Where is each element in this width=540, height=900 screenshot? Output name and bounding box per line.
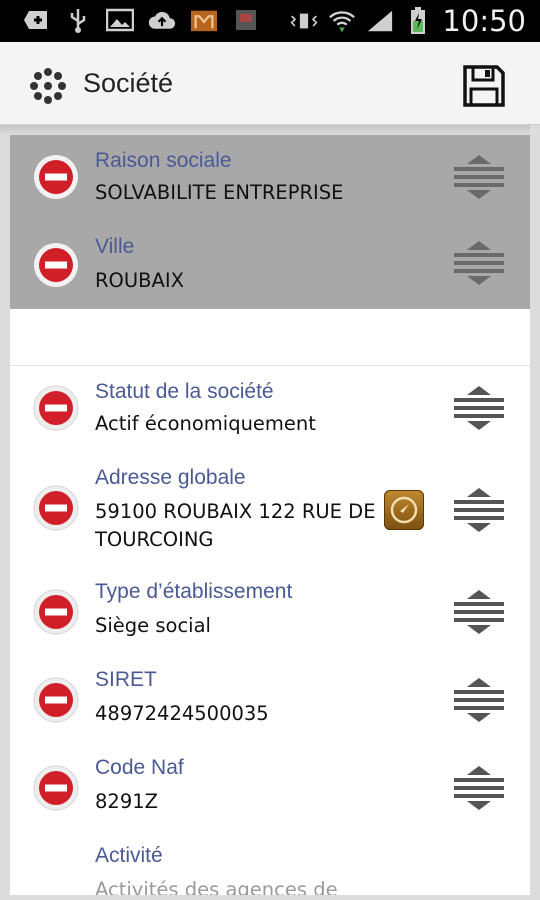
remove-icon[interactable] — [32, 484, 80, 532]
action-bar: Société — [0, 42, 540, 125]
list-edge — [530, 125, 540, 900]
field-label: Activité — [95, 844, 163, 867]
drag-handle-icon[interactable] — [452, 153, 506, 201]
field-label: Adresse globale — [95, 466, 246, 489]
field-row-type-etablissement[interactable]: Type d’établissement Siège social — [10, 568, 530, 657]
cloud-upload-icon — [148, 6, 176, 34]
field-value: SOLVABILITE ENTREPRISE — [95, 181, 344, 204]
field-row-ville[interactable]: Ville ROUBAIX — [10, 221, 530, 310]
field-value: 59100 ROUBAIX 122 RUE DE TOURCOING — [95, 500, 376, 551]
signal-icon — [366, 7, 394, 35]
drop-placeholder — [10, 309, 530, 366]
usb-icon — [64, 6, 92, 34]
remove-icon[interactable] — [32, 588, 80, 636]
page-title: Société — [83, 68, 174, 98]
field-label: Statut de la société — [95, 380, 274, 403]
field-value: ROUBAIX — [95, 269, 184, 292]
remove-icon[interactable] — [32, 241, 80, 289]
floppy-disk-icon[interactable] — [462, 64, 506, 108]
field-label: Raison sociale — [95, 149, 232, 172]
field-row-activite[interactable]: Activité Activités des agences de — [10, 832, 530, 895]
drag-handle-icon[interactable] — [452, 239, 506, 287]
app-logo-icon[interactable] — [28, 66, 68, 106]
field-value: 8291Z — [95, 790, 158, 813]
battery-charging-icon — [404, 7, 432, 35]
drag-handle-icon[interactable] — [452, 486, 506, 534]
field-value: Actif économiquement — [95, 412, 316, 435]
field-row-adresse[interactable]: Adresse globale 59100 ROUBAIX 122 RUE DE… — [10, 454, 530, 569]
field-list: Raison sociale SOLVABILITE ENTREPRISE Vi… — [10, 135, 530, 895]
field-row-siret[interactable]: SIRET 48972424500035 — [10, 656, 530, 745]
field-label: Ville — [95, 235, 135, 258]
wifi-icon — [328, 7, 356, 35]
add-icon — [22, 6, 50, 34]
drag-handle-icon[interactable] — [452, 384, 506, 432]
app-notif-icon — [232, 6, 260, 34]
field-label: Code Naf — [95, 756, 184, 779]
action-bar-shadow — [0, 125, 540, 135]
drag-handle-icon[interactable] — [452, 764, 506, 812]
remove-icon[interactable] — [32, 676, 80, 724]
field-value: Activités des agences de — [95, 878, 338, 895]
field-value: Siège social — [95, 614, 211, 637]
remove-icon[interactable] — [32, 153, 80, 201]
clock: 10:50 — [442, 4, 526, 38]
status-bar: 10:50 — [0, 0, 540, 42]
field-label: SIRET — [95, 668, 157, 691]
field-row-raison-sociale[interactable]: Raison sociale SOLVABILITE ENTREPRISE — [10, 135, 530, 222]
image-icon — [106, 6, 134, 34]
drag-handle-icon[interactable] — [452, 588, 506, 636]
remove-icon[interactable] — [32, 764, 80, 812]
drag-handle-icon[interactable] — [452, 676, 506, 724]
vibrate-icon — [290, 7, 318, 35]
field-row-code-naf[interactable]: Code Naf 8291Z — [10, 744, 530, 833]
m-app-icon — [190, 6, 218, 34]
remove-icon[interactable] — [32, 384, 80, 432]
field-row-statut[interactable]: Statut de la société Actif économiquemen… — [10, 366, 530, 455]
compass-icon[interactable] — [384, 490, 424, 530]
field-value: 48972424500035 — [95, 702, 269, 725]
field-label: Type d’établissement — [95, 580, 293, 603]
